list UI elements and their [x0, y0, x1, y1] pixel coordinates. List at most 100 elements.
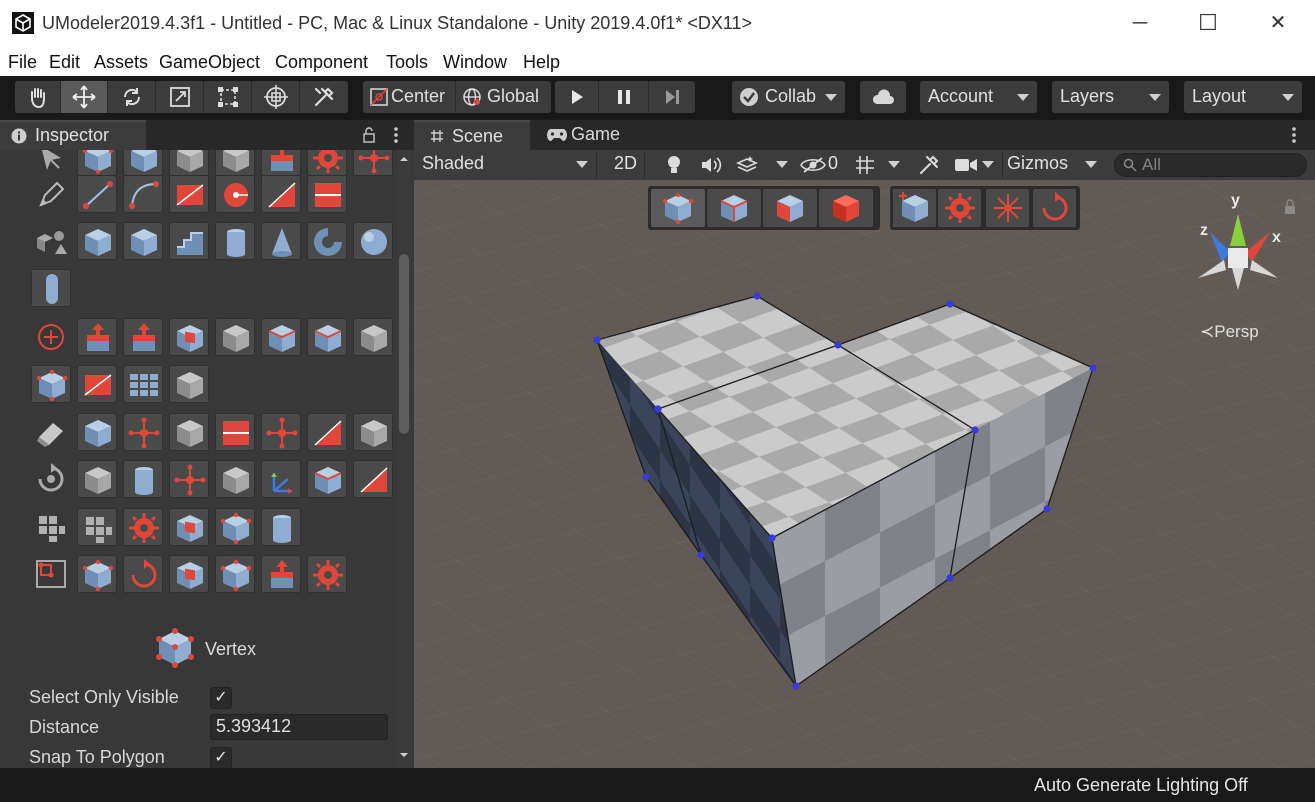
- minimize-button[interactable]: ─: [1120, 8, 1160, 38]
- scene-canvas[interactable]: y z x ≺Persp: [414, 180, 1315, 768]
- layers-dropdown[interactable]: Layers: [1052, 81, 1169, 113]
- scroll-down-icon[interactable]: [397, 750, 411, 760]
- modeling-tool-button[interactable]: [31, 365, 71, 403]
- modeling-tool-button[interactable]: [169, 413, 209, 451]
- modeling-tool-button[interactable]: [123, 150, 163, 176]
- mesh-vertex[interactable]: [1043, 505, 1051, 513]
- modeling-tool-button[interactable]: [261, 318, 301, 356]
- distance-field[interactable]: 5.393412: [210, 714, 388, 740]
- modeling-tool-button[interactable]: [353, 318, 393, 356]
- step-button[interactable]: [649, 81, 695, 113]
- menu-gameobject[interactable]: GameObject: [159, 52, 260, 73]
- menu-file[interactable]: File: [8, 52, 37, 73]
- modeling-tool-button[interactable]: [169, 150, 209, 176]
- polygon-mode-button[interactable]: [763, 189, 817, 227]
- modeling-tool-button[interactable]: [215, 508, 255, 546]
- modeling-tool-button[interactable]: [353, 413, 393, 451]
- menu-window[interactable]: Window: [443, 52, 507, 73]
- object-mode-button[interactable]: [819, 189, 873, 227]
- rect-tool-button[interactable]: [204, 81, 252, 113]
- scene-tools-icon[interactable]: [918, 154, 940, 176]
- modeling-tool-button[interactable]: [123, 508, 163, 546]
- modeling-tool-button[interactable]: [261, 508, 301, 546]
- modeling-tool-button[interactable]: [307, 555, 347, 593]
- modeling-tool-button[interactable]: [215, 150, 255, 176]
- modeling-tool-button[interactable]: [77, 318, 117, 356]
- play-button[interactable]: [555, 81, 599, 113]
- chevron-down-icon[interactable]: [888, 161, 900, 168]
- hand-tool-button[interactable]: [15, 81, 61, 113]
- mesh-vertex[interactable]: [971, 426, 979, 434]
- menu-edit[interactable]: Edit: [49, 52, 80, 73]
- modeling-tool-button[interactable]: [261, 175, 301, 213]
- modeling-tool-button[interactable]: [169, 365, 209, 403]
- modeling-tool-button[interactable]: [169, 222, 209, 260]
- modeling-tool-button[interactable]: [123, 222, 163, 260]
- account-dropdown[interactable]: Account: [920, 81, 1037, 113]
- add-object-button[interactable]: [893, 189, 936, 227]
- modeling-tool-button[interactable]: [307, 460, 347, 498]
- modeling-tool-button[interactable]: [123, 365, 163, 403]
- mesh-vertex[interactable]: [753, 292, 761, 300]
- modeling-tool-button[interactable]: [31, 269, 71, 307]
- pivot-star-button[interactable]: [986, 189, 1029, 227]
- tab-scene[interactable]: Scene: [414, 120, 530, 150]
- 2d-toggle-button[interactable]: 2D: [608, 152, 645, 178]
- shading-mode-dropdown[interactable]: Shaded: [414, 152, 597, 178]
- menu-help[interactable]: Help: [523, 52, 560, 73]
- modeling-tool-button[interactable]: [307, 150, 347, 176]
- modeling-tool-button[interactable]: [123, 175, 163, 213]
- modeling-tool-button[interactable]: [169, 175, 209, 213]
- scrollbar-thumb[interactable]: [399, 254, 409, 434]
- gizmos-dropdown[interactable]: Gizmos: [1002, 152, 1103, 178]
- move-tool-button[interactable]: [61, 81, 108, 113]
- layout-dropdown[interactable]: Layout: [1184, 81, 1302, 113]
- collab-dropdown[interactable]: Collab: [732, 81, 845, 113]
- modeling-tool-button[interactable]: [215, 318, 255, 356]
- mesh-vertex[interactable]: [792, 682, 800, 690]
- chevron-down-icon[interactable]: [776, 161, 788, 168]
- modeling-tool-button[interactable]: [123, 413, 163, 451]
- modeling-tool-button[interactable]: [77, 460, 117, 498]
- mesh-vertex[interactable]: [654, 405, 662, 413]
- modeling-tool-button[interactable]: [215, 413, 255, 451]
- settings-gear-button[interactable]: [938, 189, 981, 227]
- more-options-icon[interactable]: [1291, 126, 1297, 144]
- modeling-tool-button[interactable]: [215, 555, 255, 593]
- modeling-tool-button[interactable]: [123, 555, 163, 593]
- lock-icon[interactable]: [362, 127, 376, 143]
- modeling-tool-button[interactable]: [77, 222, 117, 260]
- audio-toggle-icon[interactable]: [700, 155, 722, 175]
- modeling-tool-button[interactable]: [123, 460, 163, 498]
- modeling-tool-button[interactable]: [215, 460, 255, 498]
- grid-toggle-icon[interactable]: [854, 154, 876, 176]
- select-only-visible-checkbox[interactable]: ✓: [210, 687, 232, 709]
- close-button[interactable]: ✕: [1258, 8, 1298, 38]
- menu-assets[interactable]: Assets: [94, 52, 148, 73]
- menu-tools[interactable]: Tools: [386, 52, 428, 73]
- mesh-vertex[interactable]: [642, 473, 650, 481]
- modeling-tool-button[interactable]: [307, 175, 347, 213]
- modeling-tool-button[interactable]: [169, 460, 209, 498]
- transform-tool-button[interactable]: [252, 81, 300, 113]
- pivot-mode-button[interactable]: Center: [363, 81, 456, 113]
- mesh-vertex[interactable]: [593, 336, 601, 344]
- modeling-tool-button[interactable]: [169, 508, 209, 546]
- mesh-vertex[interactable]: [834, 341, 842, 349]
- tab-inspector[interactable]: Inspector: [0, 120, 146, 150]
- mesh-vertex[interactable]: [946, 300, 954, 308]
- scale-tool-button[interactable]: [156, 81, 204, 113]
- vertex-mode-button[interactable]: [651, 189, 705, 227]
- edge-mode-button[interactable]: [707, 189, 761, 227]
- maximize-button[interactable]: ☐: [1188, 8, 1228, 38]
- lighting-toggle-icon[interactable]: [664, 154, 684, 176]
- custom-tools-button[interactable]: [300, 81, 348, 113]
- projection-label[interactable]: ≺Persp: [1200, 322, 1259, 341]
- snap-to-polygon-checkbox[interactable]: ✓: [210, 747, 232, 769]
- more-options-icon[interactable]: [393, 126, 399, 144]
- scroll-up-icon[interactable]: [397, 154, 411, 164]
- hidden-objects-eye-icon[interactable]: [800, 156, 826, 174]
- modeling-tool-button[interactable]: [77, 365, 117, 403]
- pivot-rotation-button[interactable]: Global: [456, 81, 551, 113]
- cloud-button[interactable]: [860, 81, 906, 113]
